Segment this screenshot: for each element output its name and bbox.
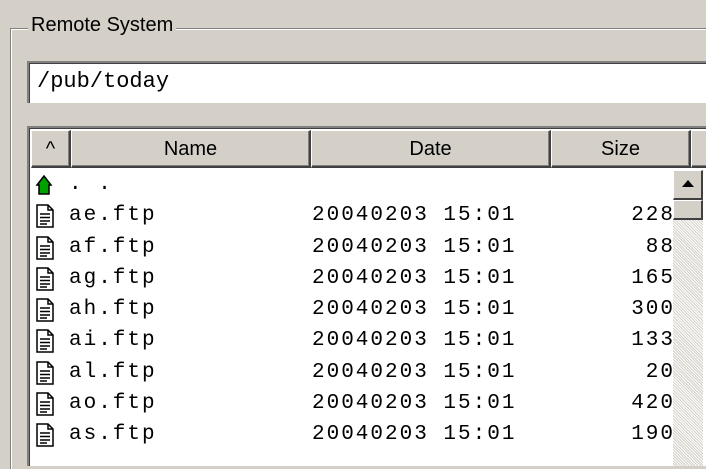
file-size: 190 [631, 423, 675, 447]
file-row[interactable]: al.ftp 20040203 15:01 20 [29, 357, 673, 388]
text-file-icon [36, 204, 54, 229]
text-file-icon [36, 298, 54, 322]
file-row[interactable]: as.ftp 20040203 15:01 190 [29, 419, 673, 450]
file-row[interactable]: ae.ftp 20040203 15:01 228 [29, 200, 673, 231]
date-column-header[interactable]: Date [311, 130, 551, 168]
size-column-header[interactable]: Size [551, 130, 691, 168]
file-date: 20040203 15:01 [312, 392, 517, 416]
file-row[interactable]: ai.ftp 20040203 15:01 133 [29, 325, 673, 356]
file-size: 20 [645, 360, 675, 384]
list-header: ^ Name Date Size [31, 130, 706, 168]
file-name: ag.ftp [69, 266, 157, 290]
scroll-thumb[interactable] [673, 200, 703, 220]
file-row[interactable]: ao.ftp 20040203 15:01 420 [29, 388, 673, 419]
file-name: ai.ftp [69, 329, 157, 353]
file-size: 165 [631, 266, 675, 290]
remote-path-input[interactable]: /pub/today [27, 61, 706, 103]
text-file-icon [36, 235, 54, 260]
extra-column-header[interactable] [691, 130, 706, 168]
vertical-scrollbar[interactable] [673, 170, 703, 466]
text-file-icon [36, 361, 54, 385]
scroll-up-button[interactable] [673, 170, 703, 200]
file-date: 20040203 15:01 [312, 235, 517, 259]
file-name: ah.ftp [69, 298, 157, 322]
text-file-icon [36, 329, 54, 354]
file-name: af.ftp [69, 235, 157, 259]
file-name: as.ftp [69, 423, 157, 447]
file-size: 228 [631, 204, 675, 228]
file-size: 300 [631, 298, 675, 322]
file-date: 20040203 15:01 [312, 298, 517, 322]
file-row[interactable]: ah.ftp 20040203 15:01 300 [29, 294, 673, 325]
file-date: 20040203 15:01 [312, 360, 517, 384]
file-name: ae.ftp [69, 204, 157, 228]
text-file-icon [36, 267, 54, 291]
file-name: al.ftp [69, 360, 157, 384]
group-label: Remote System [28, 13, 177, 37]
file-date: 20040203 15:01 [312, 204, 517, 228]
file-row[interactable]: af.ftp 20040203 15:01 88 [29, 232, 673, 263]
parent-directory-name: . . [69, 173, 113, 196]
file-size: 88 [645, 235, 675, 259]
file-date: 20040203 15:01 [312, 266, 517, 290]
file-name: ao.ftp [69, 392, 157, 416]
parent-directory-row[interactable]: . . [29, 169, 673, 200]
file-size: 133 [631, 329, 675, 353]
file-row[interactable]: ag.ftp 20040203 15:01 165 [29, 263, 673, 294]
arrow-up-icon [682, 180, 694, 187]
remote-file-list[interactable]: ^ Name Date Size . . ae.ftp 20040203 15:… [27, 126, 706, 466]
sort-column-header[interactable]: ^ [31, 130, 71, 168]
name-column-header[interactable]: Name [71, 130, 311, 168]
parent-folder-up-icon [35, 174, 53, 195]
file-date: 20040203 15:01 [312, 329, 517, 353]
text-file-icon [36, 423, 54, 448]
text-file-icon [36, 392, 54, 416]
file-size: 420 [631, 392, 675, 416]
file-date: 20040203 15:01 [312, 423, 517, 447]
file-rows: . . ae.ftp 20040203 15:01 228 af.ftp 200… [29, 169, 673, 451]
